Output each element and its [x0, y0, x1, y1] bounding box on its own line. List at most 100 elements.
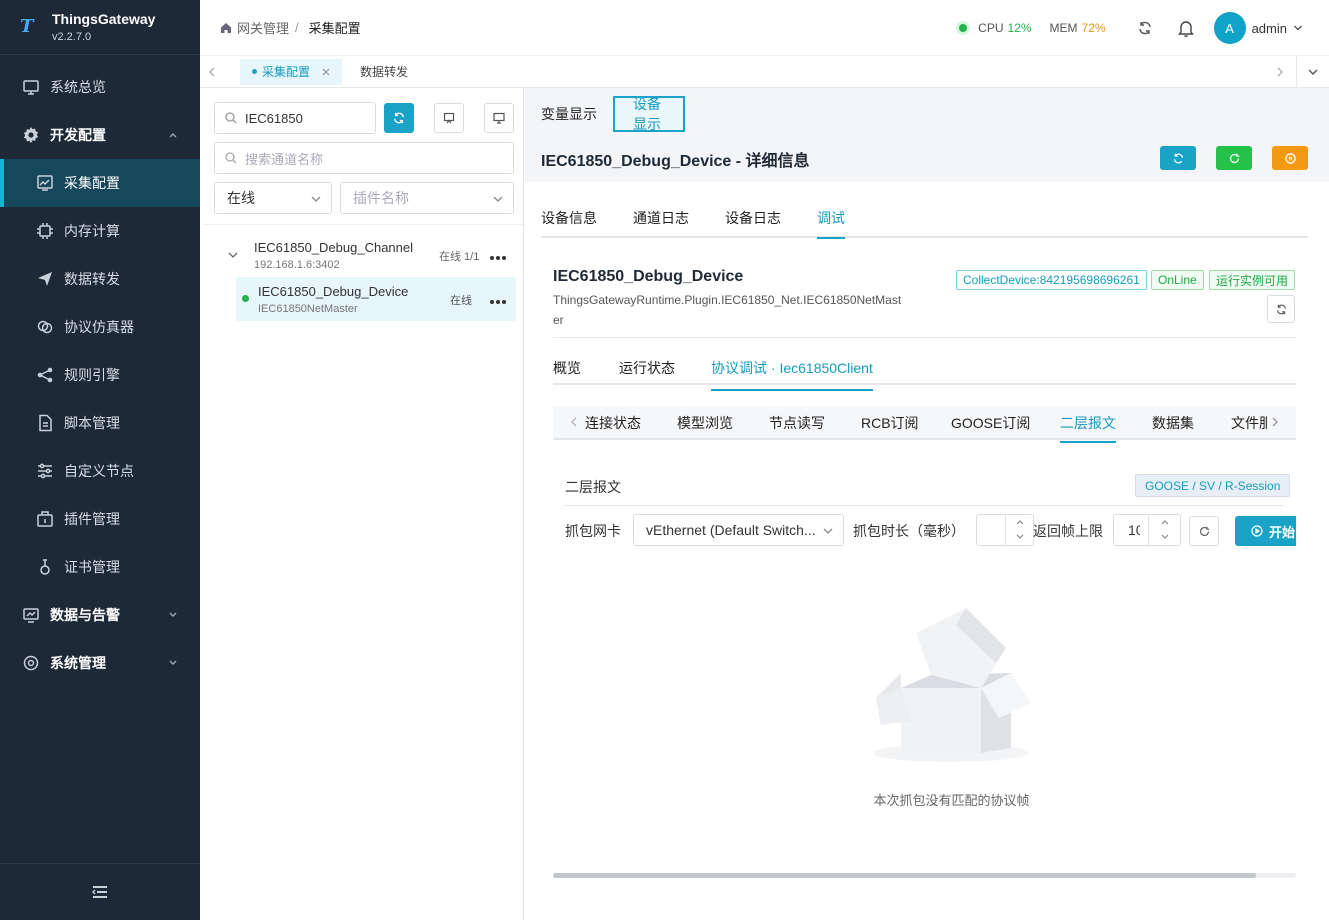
mem-value: 72% [1081, 21, 1106, 35]
tab-scroll-right-icon[interactable] [1276, 67, 1284, 77]
app-logo: T ThingsGateway v2.2.7.0 [0, 0, 200, 55]
tab-collect-config[interactable]: 采集配置 [240, 58, 343, 85]
tab-rcb-subscribe[interactable]: RCB订阅 [861, 413, 919, 433]
breadcrumb-current: 采集配置 [308, 21, 361, 36]
stepper-buttons[interactable] [1148, 515, 1180, 545]
limit-input[interactable]: 10 [1113, 514, 1181, 546]
home-icon [221, 22, 231, 33]
channel-name: IEC61850_Debug_Channel [254, 240, 414, 255]
refresh-icon[interactable] [1138, 21, 1152, 35]
sidebar-item-overview[interactable]: 系统总览 [0, 63, 200, 111]
chevron-down-icon [311, 196, 321, 202]
breadcrumb-root[interactable]: 网关管理 [237, 18, 289, 37]
sidebar-item-data-forward[interactable]: 数据转发 [0, 255, 200, 303]
tab-device-log[interactable]: 设备日志 [725, 208, 781, 228]
top-header: 网关管理 / 采集配置 CPU 12% MEM 72% A admin [200, 0, 1329, 56]
sidebar-item-label: 数据转发 [64, 271, 120, 287]
duration-input[interactable] [976, 514, 1034, 546]
sidebar-item-data-alarm[interactable]: 数据与告警 [0, 591, 200, 639]
logo-icon: T [20, 16, 34, 37]
horizontal-scrollbar[interactable] [553, 873, 1296, 878]
tab-data-forward[interactable]: 数据转发 [348, 59, 420, 85]
sidebar-item-system[interactable]: 系统管理 [0, 639, 200, 687]
sidebar-item-simulator[interactable]: 协议仿真器 [0, 303, 200, 351]
tab-connection-status[interactable]: 连接状态 [585, 413, 641, 433]
tab-debug[interactable]: 调试 [817, 208, 845, 239]
online-badge: OnLine [1151, 270, 1204, 290]
restart-button[interactable] [1216, 146, 1252, 170]
sidebar-item-dev-config[interactable]: 开发配置 [0, 111, 200, 159]
tab-node-rw[interactable]: 节点读写 [769, 413, 825, 433]
refresh-button[interactable] [384, 103, 414, 133]
refresh-button[interactable] [1160, 146, 1196, 170]
chevron-down-icon[interactable] [1016, 534, 1024, 540]
chevron-up-icon[interactable] [1161, 519, 1169, 525]
tab-overview[interactable]: 概览 [553, 358, 581, 378]
sidebar-item-label: 脚本管理 [64, 415, 120, 431]
mem-label: MEM [1049, 21, 1078, 35]
tab-goose-subscribe[interactable]: GOOSE订阅 [951, 413, 1030, 433]
chevron-down-icon[interactable] [228, 251, 238, 259]
refresh-icon [1276, 304, 1286, 314]
sidebar-item-memory-compute[interactable]: 内存计算 [0, 207, 200, 255]
bell-icon[interactable] [1177, 20, 1194, 37]
tab-runtime-status[interactable]: 运行状态 [619, 358, 675, 378]
sidebar-item-custom-node[interactable]: 自定义节点 [0, 447, 200, 495]
sidebar-item-collect-config[interactable]: 采集配置 [0, 159, 200, 207]
device-plugin: IEC61850NetMaster [258, 303, 358, 315]
tab-menu-button[interactable] [1296, 56, 1329, 88]
chevron-down-icon[interactable] [1161, 534, 1169, 540]
tab-device-view[interactable]: 设备显示 [613, 96, 685, 132]
empty-state-text: 本次抓包没有匹配的协议帧 [873, 793, 1030, 808]
link-icon [37, 320, 53, 334]
scrollbar-thumb[interactable] [553, 873, 1256, 878]
share-icon [37, 367, 53, 383]
page-tabs: 采集配置 数据转发 [200, 56, 1329, 88]
collapse-sidebar-button[interactable] [0, 863, 200, 920]
user-name[interactable]: admin [1252, 21, 1287, 36]
sidebar-item-rule-engine[interactable]: 规则引擎 [0, 351, 200, 399]
reset-button[interactable] [1189, 516, 1219, 546]
tab-variable-view[interactable]: 变量显示 [541, 96, 597, 132]
pause-button[interactable] [1272, 146, 1308, 170]
channel-address: 192.168.1.6:3402 [254, 259, 340, 271]
tab-device-info[interactable]: 设备信息 [541, 208, 597, 228]
reload-button[interactable] [1267, 295, 1295, 323]
tree-channel-node[interactable]: IEC61850_Debug_Channel 192.168.1.6:3402 … [203, 236, 523, 274]
chevron-right-icon[interactable] [1272, 417, 1278, 427]
presentation-button[interactable] [434, 103, 464, 133]
sidebar-item-certs[interactable]: 证书管理 [0, 543, 200, 591]
start-capture-button[interactable]: 开始 [1235, 516, 1296, 546]
tab-file-service[interactable]: 文件服 [1231, 413, 1267, 433]
chevron-left-icon[interactable] [571, 417, 577, 427]
more-icon[interactable] [489, 247, 507, 263]
gear-icon [23, 655, 39, 671]
sidebar-item-script[interactable]: 脚本管理 [0, 399, 200, 447]
channel-search-input[interactable]: 搜索通道名称 [214, 142, 514, 174]
tab-protocol-debug[interactable]: 协议调试 · Iec61850Client [711, 358, 873, 391]
sidebar-item-label: 系统管理 [50, 655, 106, 671]
more-icon[interactable] [489, 291, 507, 307]
sidebar-item-plugins[interactable]: 插件管理 [0, 495, 200, 543]
plugin-filter-select[interactable]: 插件名称 [340, 182, 514, 214]
tab-scroll-left-icon[interactable] [208, 67, 216, 77]
chart-icon [37, 175, 53, 191]
chevron-down-icon [493, 196, 503, 202]
avatar[interactable]: A [1213, 12, 1246, 44]
tab-channel-log[interactable]: 通道日志 [633, 208, 689, 228]
chevron-up-icon[interactable] [1016, 519, 1024, 525]
tab-layer2-frames[interactable]: 二层报文 [1060, 413, 1116, 443]
tree-device-node[interactable]: IEC61850_Debug_Device IEC61850NetMaster … [236, 277, 516, 321]
stepper-buttons[interactable] [1005, 515, 1033, 545]
status-filter-select[interactable]: 在线 [214, 182, 332, 214]
close-icon[interactable] [322, 68, 330, 76]
monitor-button[interactable] [484, 103, 514, 133]
tab-model-browse[interactable]: 模型浏览 [677, 413, 733, 433]
tab-dataset[interactable]: 数据集 [1152, 413, 1194, 433]
chevron-down-icon[interactable] [1293, 23, 1303, 33]
cpu-value: 12% [1007, 21, 1032, 35]
page-title: IEC61850_Debug_Device - 详细信息 [541, 153, 810, 170]
nic-select[interactable]: vEthernet (Default Switch... [633, 514, 844, 546]
menu-collapse-icon [92, 886, 107, 898]
search-input[interactable]: IEC61850 [214, 102, 376, 134]
